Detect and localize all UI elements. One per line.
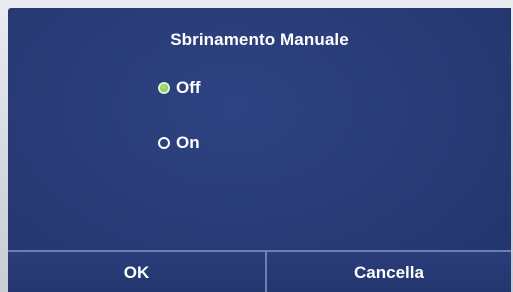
radio-selected-icon[interactable] xyxy=(158,82,170,94)
ok-button[interactable]: OK xyxy=(8,252,265,292)
radio-option-on-label: On xyxy=(176,133,200,152)
button-bar: OK Cancella xyxy=(8,250,511,292)
dialog-screen: Sbrinamento Manuale Off On OK Cancella xyxy=(8,8,511,292)
dialog-title: Sbrinamento Manuale xyxy=(170,30,349,49)
device-bezel: Sbrinamento Manuale Off On OK Cancella xyxy=(0,0,513,292)
radio-option-off[interactable]: Off xyxy=(158,78,201,98)
radio-unselected-icon[interactable] xyxy=(158,137,170,149)
cancel-button[interactable]: Cancella xyxy=(267,252,511,292)
radio-option-off-label: Off xyxy=(176,78,201,97)
radio-option-on[interactable]: On xyxy=(158,133,200,153)
